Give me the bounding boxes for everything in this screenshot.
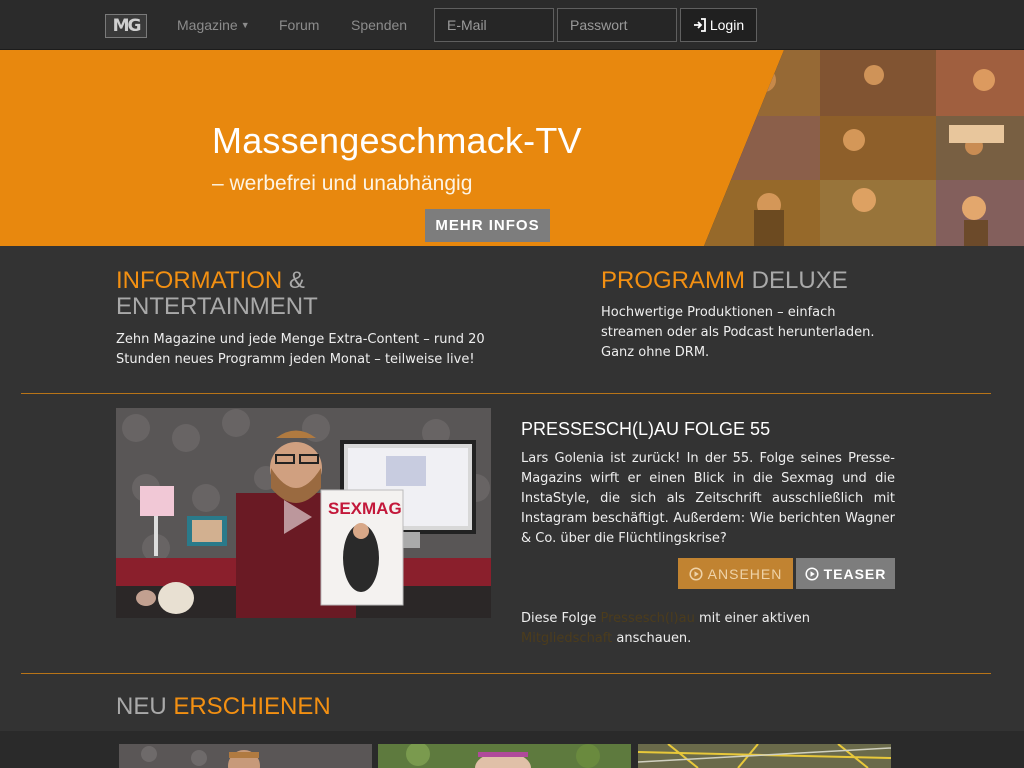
feature-text-programm: Hochwertige Produktionen – einfach strea…	[601, 305, 875, 360]
nav-spenden-link[interactable]: Spenden	[351, 17, 407, 33]
feature-title-orange: INFORMATION	[116, 267, 283, 294]
episode-video-player[interactable]: SEXMAG	[116, 408, 491, 618]
episode-description: Lars Golenia ist zurück! In der 55. Folg…	[521, 451, 895, 546]
nav-forum-link[interactable]: Forum	[279, 17, 319, 33]
episode-membership-note: Diese Folge Pressesch(l)au mit einer akt…	[521, 609, 851, 649]
new-title-orange: ERSCHIENEN	[173, 693, 331, 720]
login-icon	[693, 18, 706, 32]
episode-title: PRESSESCH(L)AU FOLGE 55	[521, 419, 771, 439]
new-releases-title: NEU ERSCHIENEN	[116, 693, 331, 721]
feature-title-orange: PROGRAMM	[601, 267, 745, 294]
release-thumbnail[interactable]	[119, 744, 372, 768]
note-middle: mit einer aktiven	[694, 611, 810, 626]
pressesch(l)au-link[interactable]: Pressesch(l)au	[601, 611, 695, 626]
magazine-cover-title: SEXMAG	[328, 499, 402, 518]
video-thumbnail: SEXMAG	[116, 408, 491, 618]
feature-title-gray: DELUXE	[745, 267, 848, 294]
divider	[21, 393, 991, 394]
teaser-label: TEASER	[823, 565, 887, 582]
hero-subtitle: – werbefrei und unabhängig	[212, 172, 473, 195]
play-circle-icon	[805, 566, 819, 581]
release-thumbnail[interactable]	[638, 744, 891, 768]
nav-magazine-dropdown[interactable]: Magazine ▼	[177, 17, 250, 33]
note-prefix: Diese Folge	[521, 611, 601, 626]
feature-title-information: INFORMATION & ENTERTAINMENT	[116, 268, 366, 320]
note-suffix: anschauen.	[612, 631, 692, 646]
divider	[21, 673, 991, 674]
thumbnail-image	[378, 744, 631, 768]
watch-button[interactable]: ANSEHEN	[678, 558, 793, 589]
play-circle-icon	[689, 566, 703, 581]
top-navbar: MG Magazine▼ Forum Spenden Login	[0, 0, 1024, 50]
email-input[interactable]	[434, 8, 554, 42]
feature-title-programm: PROGRAMM DELUXE	[601, 268, 901, 294]
collage-image	[704, 50, 1024, 246]
release-thumbnail[interactable]	[378, 744, 631, 768]
password-input[interactable]	[557, 8, 677, 42]
thumbnail-image	[638, 744, 891, 768]
thumbnail-image	[119, 744, 372, 768]
more-info-button[interactable]: MEHR INFOS	[425, 209, 550, 242]
nav-magazine-label: Magazine	[177, 17, 238, 33]
site-logo[interactable]: MG	[105, 14, 147, 38]
login-label: Login	[709, 17, 745, 33]
hero-image-collage	[704, 50, 1024, 246]
feature-text-information: Zehn Magazine und jede Menge Extra-Conte…	[116, 332, 485, 367]
hero-title: Massengeschmack-TV	[212, 120, 582, 161]
teaser-button[interactable]: TEASER	[796, 558, 895, 589]
caret-down-icon: ▼	[240, 20, 250, 30]
membership-link[interactable]: Mitgliedschaft	[521, 631, 612, 646]
login-button[interactable]: Login	[680, 8, 757, 42]
watch-label: ANSEHEN	[707, 565, 783, 582]
new-title-gray: NEU	[116, 693, 174, 720]
